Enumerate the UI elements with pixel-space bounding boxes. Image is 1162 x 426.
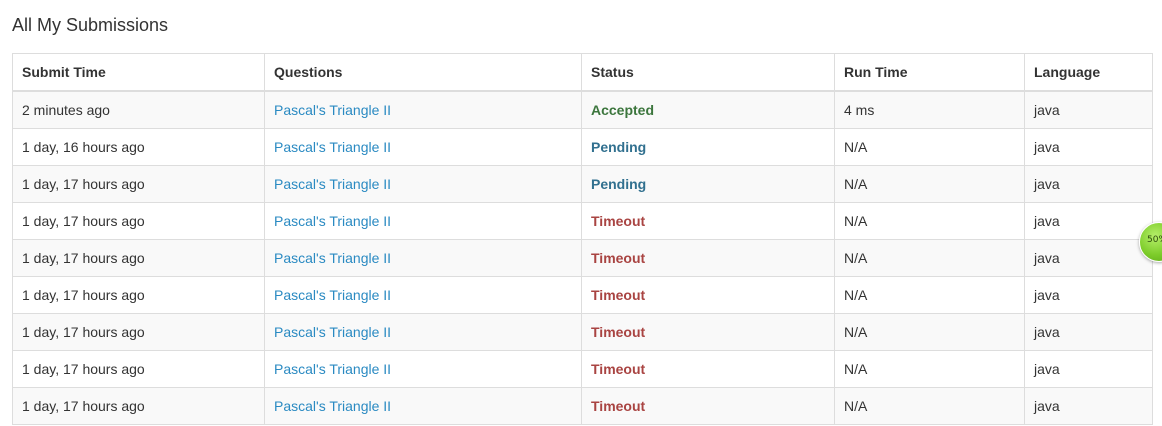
status-cell: Timeout <box>581 239 835 277</box>
table-row: 1 day, 17 hours ago Pascal's Triangle II… <box>12 239 1153 277</box>
question-link[interactable]: Pascal's Triangle II <box>274 139 391 155</box>
run-time-cell: N/A <box>834 276 1025 314</box>
status-link[interactable]: Pending <box>591 176 646 192</box>
language-cell: java <box>1024 387 1153 425</box>
question-cell: Pascal's Triangle II <box>264 128 582 166</box>
question-link[interactable]: Pascal's Triangle II <box>274 287 391 303</box>
language-cell: java <box>1024 165 1153 203</box>
status-link[interactable]: Timeout <box>591 287 645 303</box>
status-link[interactable]: Timeout <box>591 250 645 266</box>
question-link[interactable]: Pascal's Triangle II <box>274 102 391 118</box>
submissions-page: All My Submissions Submit Time Questions… <box>0 0 1162 426</box>
submit-time-cell: 1 day, 16 hours ago <box>12 128 265 166</box>
run-time-cell: N/A <box>834 350 1025 388</box>
status-cell: Pending <box>581 165 835 203</box>
language-cell: java <box>1024 128 1153 166</box>
language-cell: java <box>1024 239 1153 277</box>
status-link[interactable]: Timeout <box>591 361 645 377</box>
question-link[interactable]: Pascal's Triangle II <box>274 250 391 266</box>
table-row: 2 minutes ago Pascal's Triangle II Accep… <box>12 90 1153 129</box>
submit-time-cell: 1 day, 17 hours ago <box>12 313 265 351</box>
submissions-table: Submit Time Questions Status Run Time La… <box>12 53 1153 425</box>
question-link[interactable]: Pascal's Triangle II <box>274 176 391 192</box>
language-cell: java <box>1024 90 1153 129</box>
run-time-cell: N/A <box>834 313 1025 351</box>
run-time-cell: N/A <box>834 387 1025 425</box>
submit-time-cell: 1 day, 17 hours ago <box>12 350 265 388</box>
submit-time-cell: 1 day, 17 hours ago <box>12 276 265 314</box>
header-language: Language <box>1024 53 1153 92</box>
run-time-cell: N/A <box>834 239 1025 277</box>
question-cell: Pascal's Triangle II <box>264 313 582 351</box>
status-cell: Timeout <box>581 276 835 314</box>
run-time-cell: N/A <box>834 128 1025 166</box>
header-submit-time: Submit Time <box>12 53 265 92</box>
status-link[interactable]: Timeout <box>591 398 645 414</box>
question-cell: Pascal's Triangle II <box>264 239 582 277</box>
table-row: 1 day, 17 hours ago Pascal's Triangle II… <box>12 313 1153 351</box>
language-cell: java <box>1024 313 1153 351</box>
page-title: All My Submissions <box>12 15 169 35</box>
progress-label: 50% <box>1147 235 1162 245</box>
status-cell: Accepted <box>581 90 835 129</box>
status-cell: Timeout <box>581 350 835 388</box>
language-cell: java <box>1024 350 1153 388</box>
submit-time-cell: 1 day, 17 hours ago <box>12 387 265 425</box>
status-cell: Timeout <box>581 202 835 240</box>
question-link[interactable]: Pascal's Triangle II <box>274 398 391 414</box>
table-body: 2 minutes ago Pascal's Triangle II Accep… <box>12 90 1153 425</box>
table-header: Submit Time Questions Status Run Time La… <box>12 53 1153 92</box>
table-row: 1 day, 16 hours ago Pascal's Triangle II… <box>12 128 1153 166</box>
question-cell: Pascal's Triangle II <box>264 90 582 129</box>
submit-time-cell: 2 minutes ago <box>12 90 265 129</box>
question-cell: Pascal's Triangle II <box>264 202 582 240</box>
header-row: Submit Time Questions Status Run Time La… <box>12 53 1153 92</box>
header-run-time: Run Time <box>834 53 1025 92</box>
status-link[interactable]: Accepted <box>591 102 654 118</box>
question-cell: Pascal's Triangle II <box>264 350 582 388</box>
status-cell: Timeout <box>581 313 835 351</box>
status-link[interactable]: Timeout <box>591 213 645 229</box>
table-row: 1 day, 17 hours ago Pascal's Triangle II… <box>12 276 1153 314</box>
run-time-cell: 4 ms <box>834 90 1025 129</box>
question-cell: Pascal's Triangle II <box>264 165 582 203</box>
language-cell: java <box>1024 276 1153 314</box>
question-link[interactable]: Pascal's Triangle II <box>274 324 391 340</box>
language-cell: java <box>1024 202 1153 240</box>
submit-time-cell: 1 day, 17 hours ago <box>12 165 265 203</box>
run-time-cell: N/A <box>834 202 1025 240</box>
table-row: 1 day, 17 hours ago Pascal's Triangle II… <box>12 387 1153 425</box>
header-status: Status <box>581 53 835 92</box>
status-link[interactable]: Timeout <box>591 324 645 340</box>
submit-time-cell: 1 day, 17 hours ago <box>12 239 265 277</box>
question-cell: Pascal's Triangle II <box>264 276 582 314</box>
table-row: 1 day, 17 hours ago Pascal's Triangle II… <box>12 350 1153 388</box>
question-cell: Pascal's Triangle II <box>264 387 582 425</box>
table-row: 1 day, 17 hours ago Pascal's Triangle II… <box>12 202 1153 240</box>
status-cell: Timeout <box>581 387 835 425</box>
table-row: 1 day, 17 hours ago Pascal's Triangle II… <box>12 165 1153 203</box>
question-link[interactable]: Pascal's Triangle II <box>274 213 391 229</box>
submit-time-cell: 1 day, 17 hours ago <box>12 202 265 240</box>
header-questions: Questions <box>264 53 582 92</box>
question-link[interactable]: Pascal's Triangle II <box>274 361 391 377</box>
status-cell: Pending <box>581 128 835 166</box>
run-time-cell: N/A <box>834 165 1025 203</box>
status-link[interactable]: Pending <box>591 139 646 155</box>
